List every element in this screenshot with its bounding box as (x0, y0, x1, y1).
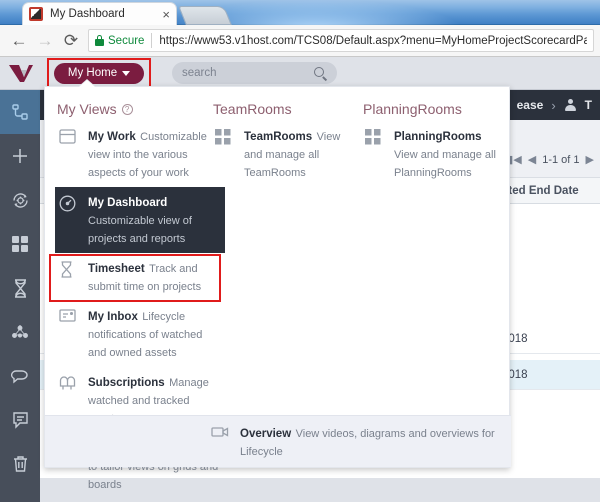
pagination-label: 1-1 of 1 (542, 153, 580, 166)
menu-item-overview[interactable]: Overview View videos, diagrams and overv… (45, 416, 511, 466)
menu-item-text: My Inbox Lifecycle notifications of watc… (88, 307, 221, 361)
hourglass-icon (59, 259, 79, 279)
menu-item-text: Timesheet Track and submit time on proje… (88, 259, 221, 295)
new-tab-button[interactable] (178, 6, 232, 25)
versionone-logo[interactable] (0, 57, 42, 90)
my-home-dropdown: My Views ? My Work Customizable view int… (44, 80, 511, 491)
sidebar-item-comment[interactable] (0, 398, 40, 442)
url-bar[interactable]: Secure https://www53.v1host.com/TCS08/De… (88, 29, 594, 52)
url-separator (151, 33, 153, 48)
my-home-button-wrap: My Home (42, 57, 154, 90)
url-text: https://www53.v1host.com/TCS08/Default.a… (159, 34, 587, 47)
mailbox-icon (59, 373, 79, 393)
grid-squares-icon (365, 127, 385, 147)
menu-item-text: Overview View videos, diagrams and overv… (240, 424, 507, 460)
dropdown-columns: My Views ? My Work Customizable view int… (45, 87, 511, 491)
menu-item-my-inbox[interactable]: My Inbox Lifecycle notifications of watc… (55, 301, 225, 367)
menu-item-text: PlanningRooms View and manage all Planni… (394, 127, 507, 181)
browser-tab[interactable]: My Dashboard × (22, 2, 177, 25)
dropdown-footer: Overview View videos, diagrams and overv… (45, 415, 511, 467)
left-sidebar (0, 90, 40, 502)
column-heading-label: My Views (57, 101, 117, 117)
my-home-button[interactable]: My Home (54, 62, 144, 84)
menu-item-description: View and manage all PlanningRooms (394, 149, 496, 179)
pagination: ▮◀ ◀ 1-1 of 1 ▶ (507, 153, 594, 167)
back-icon[interactable]: ← (6, 28, 32, 54)
menu-item-my-work[interactable]: My Work Customizable view into the vario… (55, 121, 225, 187)
menu-item-title: Overview (240, 428, 292, 440)
sidebar-item-conversations[interactable] (0, 354, 40, 398)
prev-page-icon[interactable]: ◀ (528, 153, 536, 166)
menu-item-text: My Work Customizable view into the vario… (88, 127, 221, 181)
my-work-icon (59, 127, 79, 147)
next-page-icon[interactable]: ▶ (586, 153, 594, 166)
column-heading-teamrooms: TeamRooms (211, 87, 361, 121)
close-icon[interactable]: × (158, 8, 170, 21)
help-icon[interactable]: ? (121, 103, 133, 115)
grid-squares-icon (215, 127, 235, 147)
menu-item-my-dashboard[interactable]: My Dashboard Customizable view of projec… (55, 187, 225, 253)
sidebar-item-network-nodes[interactable] (0, 310, 40, 354)
sidebar-item-add[interactable] (0, 134, 40, 178)
my-home-label: My Home (67, 67, 118, 79)
menu-item-text: My Dashboard Customizable view of projec… (88, 193, 221, 247)
dropdown-column-teamrooms: TeamRooms TeamRooms View and manage all … (211, 87, 361, 187)
browser-navbar: ← → ⟳ Secure https://www53.v1host.com/TC… (0, 25, 600, 57)
column-heading-my-views: My Views ? (55, 87, 225, 121)
browser-tabstrip: My Dashboard × (0, 0, 600, 25)
column-heading-planningrooms: PlanningRooms (361, 87, 511, 121)
sidebar-item-recycle-bin[interactable] (0, 442, 40, 486)
menu-item-description: Customizable view of projects and report… (88, 215, 192, 245)
video-camera-icon (211, 424, 231, 444)
secure-label: Secure (108, 34, 145, 47)
reload-icon[interactable]: ⟳ (58, 28, 84, 54)
menu-item-title: TeamRooms (244, 131, 313, 143)
chevron-down-icon (122, 70, 131, 76)
search-input[interactable]: search (172, 62, 337, 84)
sidebar-item-sitemap[interactable] (0, 90, 40, 134)
menu-item-title: My Dashboard (88, 197, 168, 209)
inbox-icon (59, 307, 79, 327)
sidebar-item-gear-refresh[interactable] (0, 178, 40, 222)
user-label[interactable]: T (585, 98, 592, 112)
dashboard-gauge-icon (59, 193, 79, 213)
forward-icon[interactable]: → (32, 28, 58, 54)
menu-item-title: My Inbox (88, 311, 138, 323)
menu-item-title: PlanningRooms (394, 131, 482, 143)
menu-item-teamrooms[interactable]: TeamRooms View and manage all TeamRooms (211, 121, 361, 187)
column-heading-label: PlanningRooms (363, 101, 462, 117)
dropdown-column-planningrooms: PlanningRooms PlanningRooms View and man… (361, 87, 511, 187)
chevron-right-icon[interactable]: › (551, 98, 555, 113)
search-placeholder: search (182, 67, 217, 79)
lock-icon (95, 35, 104, 46)
menu-item-title: My Work (88, 131, 136, 143)
breadcrumb[interactable]: ease (517, 98, 544, 112)
tab-title: My Dashboard (50, 8, 125, 20)
dropdown-arrow (79, 80, 95, 87)
menu-item-text: TeamRooms View and manage all TeamRooms (244, 127, 357, 181)
avatar[interactable] (564, 98, 577, 112)
menu-item-title: Timesheet (88, 263, 145, 275)
sidebar-item-timesheet[interactable] (0, 266, 40, 310)
menu-item-title: Subscriptions (88, 377, 165, 389)
menu-item-timesheet[interactable]: Timesheet Track and submit time on proje… (55, 253, 225, 301)
column-header-expected-end-date[interactable]: cted End Date (502, 185, 579, 197)
menu-item-planningrooms[interactable]: PlanningRooms View and manage all Planni… (361, 121, 511, 187)
search-icon[interactable] (314, 66, 328, 81)
column-heading-label: TeamRooms (213, 101, 292, 117)
screenshot-root: My Dashboard × ← → ⟳ Secure https://www5… (0, 0, 600, 502)
versionone-favicon (29, 7, 43, 21)
sidebar-item-grid[interactable] (0, 222, 40, 266)
